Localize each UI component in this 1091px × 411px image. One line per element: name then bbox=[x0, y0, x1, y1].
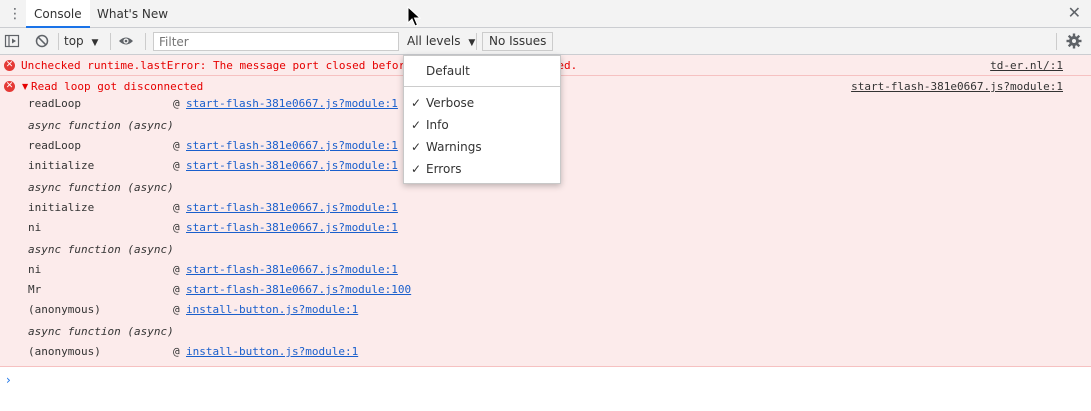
source-link[interactable]: td-er.nl/:1 bbox=[990, 59, 1063, 72]
clear-console-icon[interactable] bbox=[34, 33, 50, 49]
chevron-down-icon: ▼ bbox=[91, 38, 99, 48]
tab-console[interactable]: Console bbox=[26, 0, 90, 28]
source-link[interactable]: start-flash-381e0667.js?module:1 bbox=[851, 80, 1063, 93]
eye-icon[interactable] bbox=[118, 33, 134, 49]
async-separator: async function (async) bbox=[28, 325, 174, 338]
frame-location-link[interactable]: install-button.js?module:1 bbox=[186, 343, 358, 361]
menu-item-errors[interactable]: ✓ Errors bbox=[404, 158, 560, 180]
check-icon: ✓ bbox=[411, 118, 422, 132]
frame-function: (anonymous) bbox=[28, 345, 101, 358]
filter-input[interactable] bbox=[153, 32, 399, 51]
menu-item-label: Errors bbox=[426, 162, 462, 176]
console-toolbar: top ▼ All levels ▼ No Issues bbox=[0, 28, 1091, 55]
mouse-cursor-icon bbox=[407, 6, 421, 27]
check-icon: ✓ bbox=[411, 162, 422, 176]
async-separator: async function (async) bbox=[28, 119, 174, 132]
frame-location-link[interactable]: start-flash-381e0667.js?module:1 bbox=[186, 95, 398, 113]
frame-location-link[interactable]: install-button.js?module:1 bbox=[186, 301, 358, 319]
menu-item-verbose[interactable]: ✓ Verbose bbox=[404, 92, 560, 114]
devtools-tabbar: ⋮ Console What's New ✕ bbox=[0, 0, 1091, 28]
at-sign: @ bbox=[173, 97, 180, 110]
frame-location-link[interactable]: start-flash-381e0667.js?module:1 bbox=[186, 157, 398, 175]
menu-item-default[interactable]: Default bbox=[404, 60, 560, 82]
log-levels-label: All levels bbox=[407, 34, 461, 48]
menu-item-warnings[interactable]: ✓ Warnings bbox=[404, 136, 560, 158]
toolbar-divider bbox=[145, 33, 146, 50]
menu-divider bbox=[404, 86, 560, 87]
sidebar-toggle-icon[interactable] bbox=[4, 33, 20, 49]
log-levels-dropdown[interactable]: All levels ▼ bbox=[407, 33, 475, 49]
error-text: Read loop got disconnected bbox=[31, 80, 204, 93]
toolbar-divider bbox=[1056, 33, 1057, 50]
check-icon: ✓ bbox=[411, 96, 422, 110]
expand-triangle-icon[interactable]: ▼ bbox=[22, 82, 28, 91]
tab-whats-new[interactable]: What's New bbox=[97, 0, 168, 28]
menu-item-label: Warnings bbox=[426, 140, 482, 154]
context-selector[interactable]: top ▼ bbox=[64, 33, 98, 49]
toolbar-divider bbox=[476, 33, 477, 50]
async-separator: async function (async) bbox=[28, 181, 174, 194]
frame-function: readLoop bbox=[28, 97, 81, 110]
menu-item-label: Default bbox=[426, 64, 470, 78]
frame-function: ni bbox=[28, 221, 42, 234]
at-sign: @ bbox=[173, 345, 180, 358]
more-tabs-icon[interactable]: ⋮ bbox=[8, 6, 22, 22]
frame-location-link[interactable]: start-flash-381e0667.js?module:1 bbox=[186, 219, 398, 237]
issues-button[interactable]: No Issues bbox=[482, 32, 554, 51]
error-icon: ✕ bbox=[4, 81, 15, 92]
at-sign: @ bbox=[173, 283, 180, 296]
menu-item-label: Verbose bbox=[426, 96, 475, 110]
frame-location-link[interactable]: start-flash-381e0667.js?module:100 bbox=[186, 281, 411, 299]
menu-item-info[interactable]: ✓ Info bbox=[404, 114, 560, 136]
at-sign: @ bbox=[173, 139, 180, 152]
toolbar-divider bbox=[110, 33, 111, 50]
at-sign: @ bbox=[173, 201, 180, 214]
close-icon[interactable]: ✕ bbox=[1068, 5, 1081, 21]
frame-location-link[interactable]: start-flash-381e0667.js?module:1 bbox=[186, 137, 398, 155]
console-prompt-icon[interactable]: › bbox=[6, 373, 11, 387]
check-icon: ✓ bbox=[411, 140, 422, 154]
toolbar-divider bbox=[58, 33, 59, 50]
frame-function: initialize bbox=[28, 201, 95, 214]
chevron-down-icon: ▼ bbox=[468, 38, 476, 48]
frame-location-link[interactable]: start-flash-381e0667.js?module:1 bbox=[186, 199, 398, 217]
frame-function: initialize bbox=[28, 159, 95, 172]
error-icon: ✕ bbox=[4, 60, 15, 71]
frame-function: (anonymous) bbox=[28, 303, 101, 316]
log-levels-menu: Default ✓ Verbose ✓ Info ✓ Warnings ✓ Er… bbox=[403, 55, 561, 184]
context-label: top bbox=[64, 34, 84, 48]
async-separator: async function (async) bbox=[28, 243, 174, 256]
frame-function: Mr bbox=[28, 283, 42, 296]
menu-item-label: Info bbox=[426, 118, 449, 132]
at-sign: @ bbox=[173, 263, 180, 276]
at-sign: @ bbox=[173, 159, 180, 172]
gear-icon[interactable] bbox=[1066, 33, 1082, 49]
frame-function: readLoop bbox=[28, 139, 81, 152]
at-sign: @ bbox=[173, 303, 180, 316]
at-sign: @ bbox=[173, 221, 180, 234]
frame-function: ni bbox=[28, 263, 42, 276]
frame-location-link[interactable]: start-flash-381e0667.js?module:1 bbox=[186, 261, 398, 279]
